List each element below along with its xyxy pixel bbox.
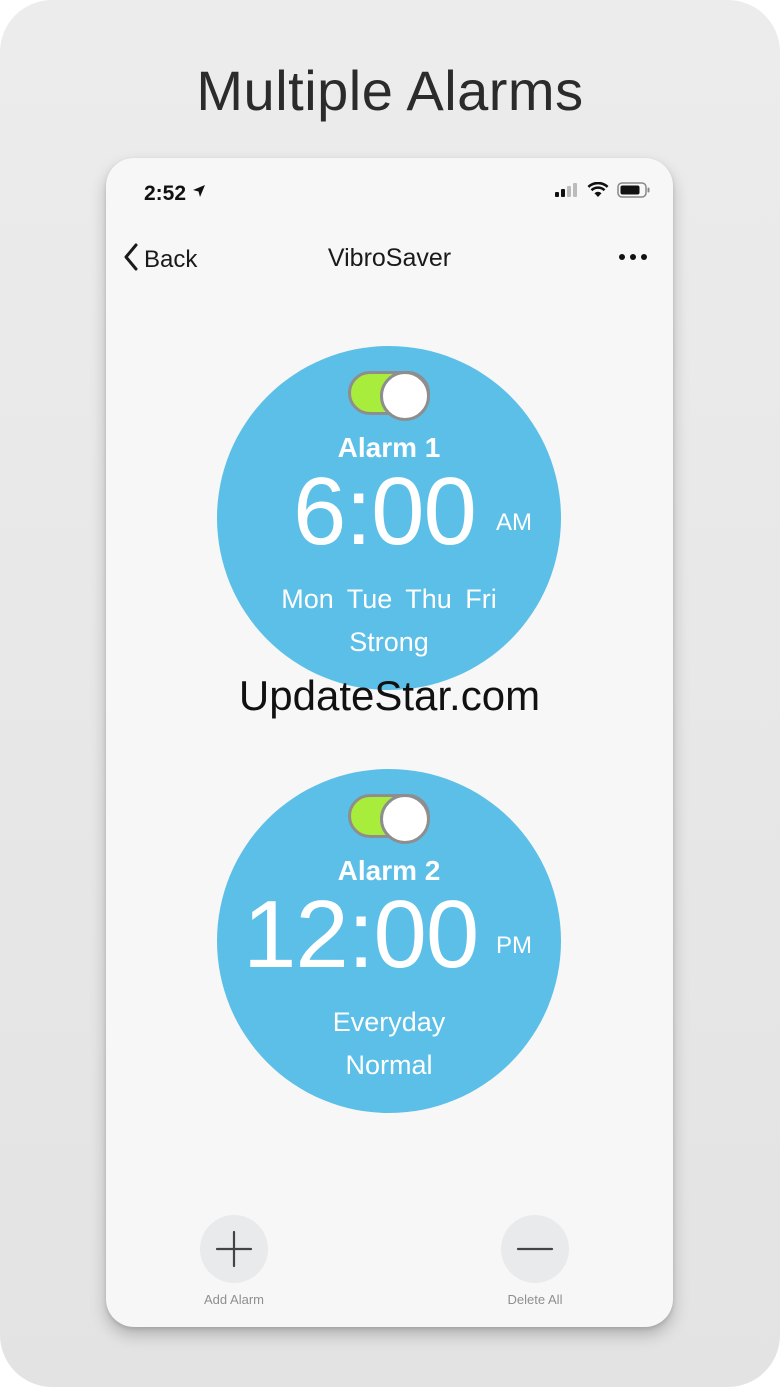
minus-icon [501, 1247, 569, 1287]
status-bar-time: 2:52 [144, 180, 206, 206]
alarm-period: AM [496, 509, 532, 536]
toggle-knob [380, 371, 430, 421]
add-alarm-label: Add Alarm [204, 1292, 264, 1307]
alarm-intensity: Strong [349, 627, 429, 657]
nav-title: VibroSaver [327, 244, 452, 272]
alarm-time: 6:00 [293, 458, 477, 565]
toggle-knob [380, 794, 430, 844]
alarm-toggle[interactable] [348, 371, 430, 421]
signal-icon [555, 183, 579, 202]
add-alarm-button[interactable] [200, 1215, 268, 1283]
alarm-card[interactable]: Alarm 1 6:00 AM Mon Tue Thu Fri Strong [217, 346, 561, 690]
status-indicators [555, 181, 651, 203]
battery-icon [617, 182, 651, 203]
alarm-days: Mon Tue Thu Fri [281, 584, 497, 614]
delete-all-label: Delete All [507, 1292, 563, 1307]
alarm-time: 12:00 [243, 881, 479, 988]
alarm-days: Everyday [332, 1007, 446, 1037]
more-icon[interactable] [619, 254, 647, 260]
location-arrow-icon [192, 180, 206, 204]
plus-icon [200, 1230, 268, 1287]
watermark: UpdateStar.com [238, 672, 541, 719]
promo-frame: Multiple Alarms 2:52 Back VibroSaver Ala… [0, 0, 780, 1387]
alarm-intensity: Normal [345, 1050, 433, 1080]
alarm-toggle[interactable] [348, 794, 430, 844]
alarm-period: PM [496, 932, 532, 959]
wifi-icon [587, 181, 609, 203]
delete-all-button[interactable] [501, 1215, 569, 1283]
promo-headline: Multiple Alarms [196, 59, 584, 122]
phone-screen: 2:52 Back VibroSaver Alarm 1 6:00 AM Mon… [106, 158, 673, 1327]
status-time-text: 2:52 [144, 182, 187, 205]
alarm-card[interactable]: Alarm 2 12:00 PM Everyday Normal [217, 769, 561, 1113]
